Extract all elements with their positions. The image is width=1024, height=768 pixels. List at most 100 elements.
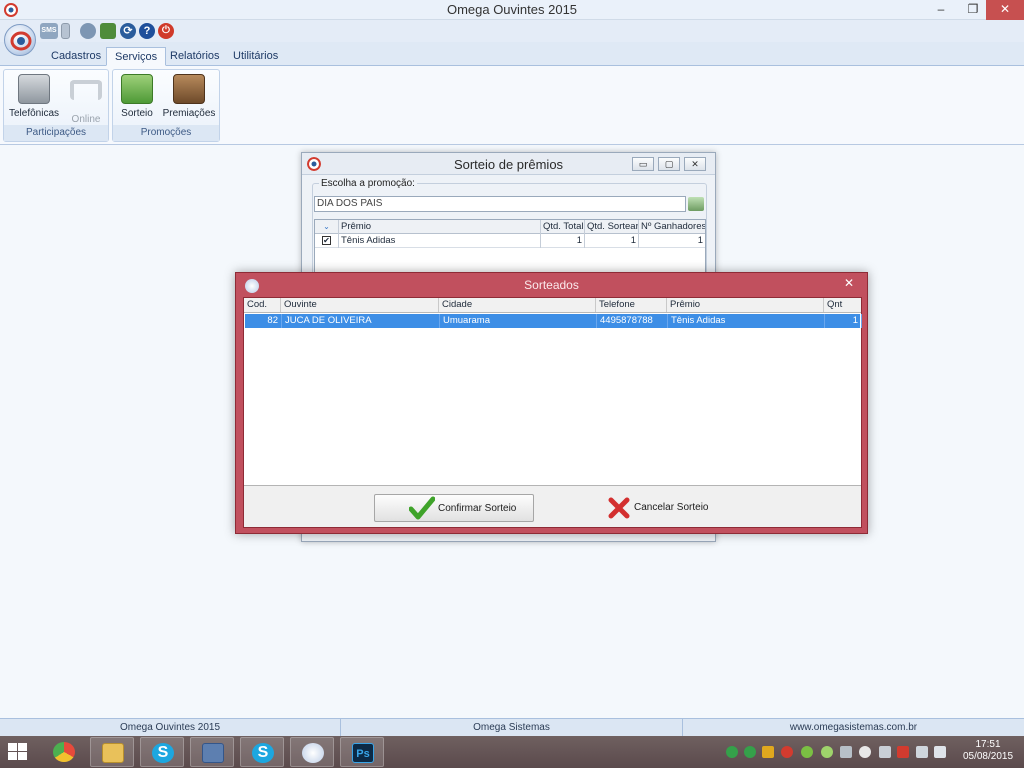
cancel-x-icon [608,497,630,519]
sync-icon[interactable]: ⟳ [120,23,136,39]
app-menu-button[interactable] [4,24,36,56]
telefonicas-label: Telefônicas [9,108,60,119]
online-label: Online [71,114,101,125]
cell-premio: Tênis Adidas [668,314,825,328]
photoshop-icon: Ps [352,743,374,763]
col-premio[interactable]: Prêmio [667,298,824,312]
cell-ganhadores[interactable]: 1 [639,234,705,248]
app-title: Omega Ouvintes 2015 [446,2,578,17]
chevron-down-icon: ⌄ [323,222,330,231]
checkbox[interactable]: ✔ [322,235,331,245]
taskbar-skype[interactable]: S [140,737,184,767]
tray-cloud-icon[interactable] [859,746,871,758]
table-row[interactable]: 82 JUCA DE OLIVEIRA Umuarama 4495878788 … [245,314,862,328]
col-premio[interactable]: Prêmio [339,220,541,234]
tray-app-icon[interactable] [879,746,891,758]
cell-cod: 82 [245,314,282,328]
col-telefone[interactable]: Telefone [596,298,667,312]
sorteio-window-titlebar[interactable]: Sorteio de prêmios ▭ ▢ ✕ [302,153,715,175]
col-cidade[interactable]: Cidade [439,298,596,312]
col-qtd-sortear[interactable]: Qtd. Sortear [585,220,639,234]
cancel-draw-button[interactable]: Cancelar Sorteio [604,494,714,522]
taskbar-chrome[interactable] [42,737,86,767]
clock-date: 05/08/2015 [962,751,1014,762]
help-icon[interactable]: ? [139,23,155,39]
chrome-icon [53,742,75,762]
tray-network-icon[interactable] [897,746,909,758]
tray-check-icon[interactable] [744,746,756,758]
col-qnt[interactable]: Qnt [824,298,861,312]
premiacoes-label: Premiações [162,108,216,119]
tray-app-icon[interactable] [840,746,852,758]
volume-icon[interactable] [934,746,946,758]
sms-icon[interactable]: SMS [40,23,58,39]
taskbar-omega[interactable] [290,737,334,767]
group-label-participacoes: Participações [4,125,108,141]
windows-start-icon[interactable] [8,743,28,761]
sorteio-minimize-button[interactable]: ▭ [632,157,654,171]
confirm-draw-label: Confirmar Sorteio [438,503,517,514]
cell-qtd-sortear[interactable]: 1 [585,234,639,248]
tab-utilitarios[interactable]: Utilitários [225,47,286,66]
taskbar: S S Ps [0,736,1024,768]
tab-servicos[interactable]: Serviços [106,47,167,66]
ribbon-tabs: Cadastros Serviços Relatórios Utilitário… [0,42,1024,66]
sorteio-close-button[interactable]: ✕ [684,157,706,171]
cell-ouvinte: JUCA DE OLIVEIRA [282,314,440,328]
select-all-chevron-icon[interactable]: ⌄ [315,220,339,234]
ribbon-panel: Telefônicas Online Participações Sorteio… [0,66,1024,145]
sorteio-maximize-button[interactable]: ▢ [658,157,680,171]
taskbar-clock[interactable]: 17:51 05/08/2015 [958,739,1018,763]
chest-icon [173,74,205,104]
title-bar: Omega Ouvintes 2015 – ❐ ✕ [0,0,1024,20]
status-website: www.omegasistemas.com.br [789,722,918,733]
omega-logo-icon [302,743,324,763]
telephone-icon [18,74,50,104]
headset-icon [70,80,102,100]
status-bar: Omega Ouvintes 2015 Omega Sistemas www.o… [0,718,1024,736]
promotion-input[interactable]: DIA DOS PAIS [314,196,686,212]
winners-grid-header: Cod. Ouvinte Cidade Telefone Prêmio Qnt [244,298,861,313]
download-icon[interactable] [100,23,116,39]
dialog-close-button[interactable]: ✕ [832,273,866,293]
tray-app-icon[interactable] [801,746,813,758]
table-row[interactable]: ✔ Tênis Adidas 1 1 1 [315,234,705,248]
cell-qtd-total: 1 [541,234,585,248]
telefonicas-button[interactable]: Telefônicas [9,72,59,124]
group-participacoes: Telefônicas Online Participações [3,69,109,142]
mobile-phone-icon[interactable] [61,23,70,39]
tray-flag-icon[interactable] [916,746,928,758]
cancel-draw-label: Cancelar Sorteio [634,502,709,513]
status-app-name: Omega Ouvintes 2015 [0,719,341,736]
maximize-button[interactable]: ❐ [956,0,990,20]
tray-check-icon[interactable] [726,746,738,758]
col-qtd-total[interactable]: Qtd. Total [541,220,585,234]
tab-cadastros[interactable]: Cadastros [43,47,109,66]
cell-qnt: 1 [825,314,862,328]
close-button[interactable]: ✕ [986,0,1024,20]
dialog-body: Cod. Ouvinte Cidade Telefone Prêmio Qnt … [243,297,862,528]
tray-app-icon[interactable] [762,746,774,758]
col-cod[interactable]: Cod. [244,298,281,312]
taskbar-virtualbox[interactable] [190,737,234,767]
search-promotion-icon[interactable] [688,197,704,211]
row-checkbox[interactable]: ✔ [315,234,339,248]
dialog-title: Sorteados [524,278,579,292]
sorteio-button[interactable]: Sorteio [116,72,158,124]
globe-icon[interactable] [80,23,96,39]
omega-orb-icon [10,31,32,51]
taskbar-skype-2[interactable]: S [240,737,284,767]
premiacoes-button[interactable]: Premiações [160,72,218,124]
power-icon[interactable]: ⏻ [158,23,174,39]
minimize-button[interactable]: – [924,0,958,20]
tray-omega-icon[interactable] [781,746,793,758]
confirm-draw-button[interactable]: Confirmar Sorteio [374,494,534,522]
tab-relatorios[interactable]: Relatórios [162,47,228,66]
taskbar-photoshop[interactable]: Ps [340,737,384,767]
tray-app-icon[interactable] [821,746,833,758]
taskbar-explorer[interactable] [90,737,134,767]
col-ouvinte[interactable]: Ouvinte [281,298,439,312]
folder-icon [102,743,124,763]
col-ganhadores[interactable]: Nº Ganhadores [639,220,705,234]
promotion-group-label: Escolha a promoção: [319,178,417,189]
